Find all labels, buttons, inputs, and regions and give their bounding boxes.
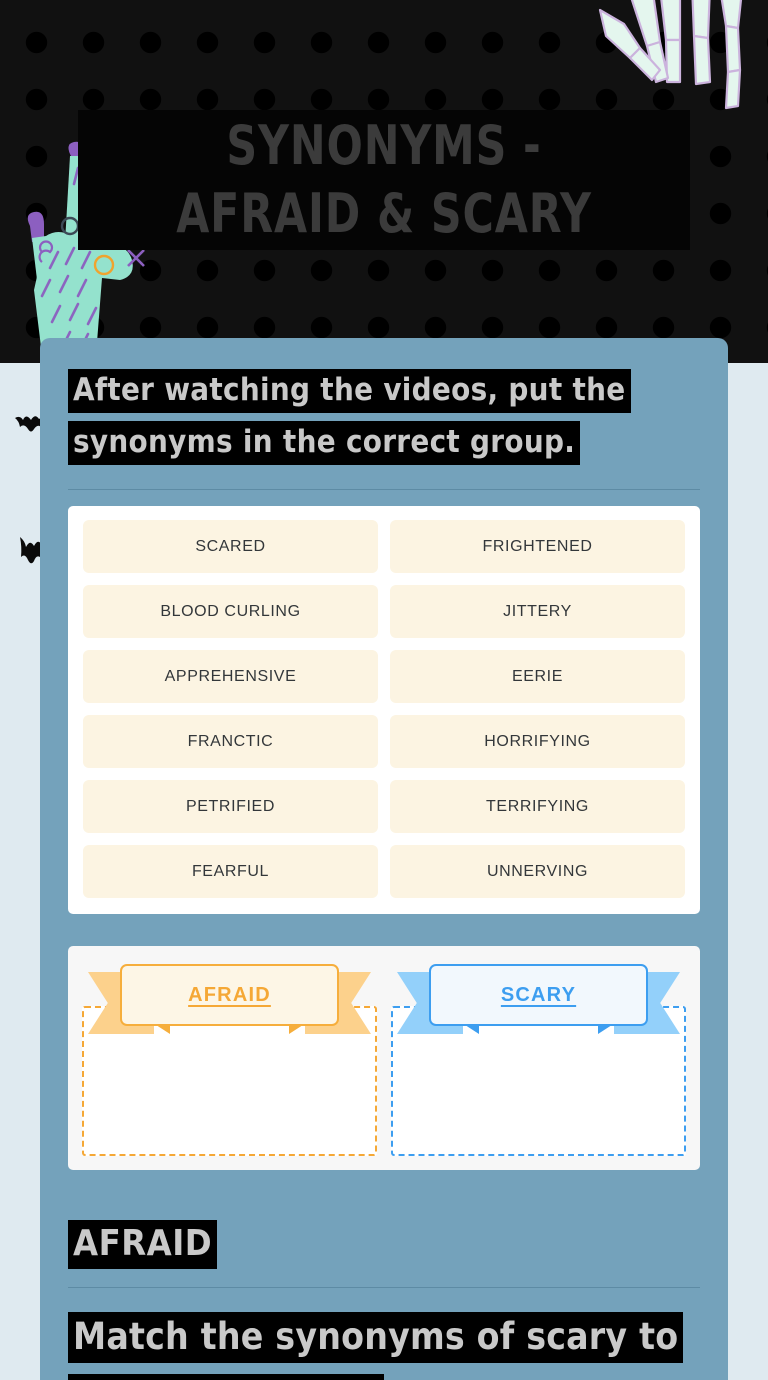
page-title: SYNONYMS - AFRAID & SCARY	[176, 114, 592, 245]
instruction-2-wrapper: Match the synonyms of scary to their def…	[68, 1306, 700, 1380]
word-tile[interactable]: JITTERY	[390, 585, 685, 638]
drop-area-scary[interactable]	[391, 1006, 686, 1156]
worksheet-page: SYNONYMS - AFRAID & SCARY After watching…	[0, 0, 768, 1380]
section-2-head: AFRAID	[40, 1170, 728, 1269]
word-tile[interactable]: SCARED	[83, 520, 378, 573]
instruction-block-1: After watching the videos, put the synon…	[40, 338, 728, 468]
word-tile[interactable]: FRANCTIC	[83, 715, 378, 768]
word-tile[interactable]: APPREHENSIVE	[83, 650, 378, 703]
section-2-heading: AFRAID	[68, 1220, 218, 1269]
dropzone-label-text: SCARY	[500, 983, 577, 1006]
dropzone-label-text: AFRAID	[188, 983, 271, 1006]
page-header: SYNONYMS - AFRAID & SCARY	[0, 0, 768, 363]
instruction-1-wrapper: After watching the videos, put the synon…	[68, 364, 700, 468]
page-title-plate: SYNONYMS - AFRAID & SCARY	[78, 110, 690, 250]
word-tile[interactable]: EERIE	[390, 650, 685, 703]
instruction-1-text: After watching the videos, put the synon…	[68, 369, 631, 465]
skeleton-hand-icon	[598, 0, 743, 110]
drop-area-afraid[interactable]	[82, 1006, 377, 1156]
dropzone-label-afraid[interactable]: AFRAID	[120, 964, 339, 1026]
divider	[68, 489, 700, 490]
dropzone-label-scary[interactable]: SCARY	[429, 964, 648, 1026]
word-bank-card: SCARED FRIGHTENED BLOOD CURLING JITTERY …	[68, 506, 700, 914]
dropzone-scary[interactable]: SCARY	[391, 960, 686, 1156]
instruction-2-text: Match the synonyms of scary to their def…	[68, 1312, 684, 1380]
word-tile[interactable]: TERRIFYING	[390, 780, 685, 833]
word-tile[interactable]: PETRIFIED	[83, 780, 378, 833]
worksheet-sheet: After watching the videos, put the synon…	[40, 338, 728, 1380]
section-2-heading-wrapper: AFRAID	[68, 1220, 700, 1269]
dropzone-card: AFRAID SCARY	[68, 946, 700, 1170]
word-tile[interactable]: FEARFUL	[83, 845, 378, 898]
word-tile[interactable]: FRIGHTENED	[390, 520, 685, 573]
instruction-block-2: Match the synonyms of scary to their def…	[40, 1288, 728, 1380]
word-tile[interactable]: HORRIFYING	[390, 715, 685, 768]
word-tile[interactable]: UNNERVING	[390, 845, 685, 898]
dropzone-afraid[interactable]: AFRAID	[82, 960, 377, 1156]
word-tile[interactable]: BLOOD CURLING	[83, 585, 378, 638]
